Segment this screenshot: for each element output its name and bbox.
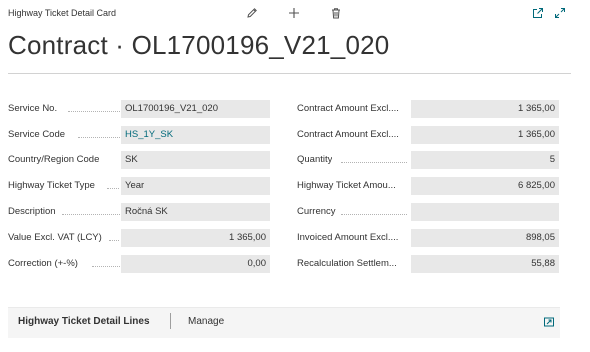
- field-label: Currency: [297, 206, 336, 217]
- title-divider: [8, 73, 571, 74]
- field-currency: Currency: [297, 203, 559, 221]
- field-value-excl-vat: Value Excl. VAT (LCY) 1 365,00: [8, 229, 270, 247]
- highway-ticket-type-value[interactable]: Year: [121, 177, 270, 195]
- recalculation-settlement-value[interactable]: 55,88: [411, 255, 559, 273]
- open-new-window-icon[interactable]: [531, 6, 545, 20]
- field-label: Contract Amount Excl....: [297, 129, 399, 140]
- highway-ticket-amount-value[interactable]: 6 825,00: [411, 177, 559, 195]
- lines-section-title[interactable]: Highway Ticket Detail Lines: [18, 316, 150, 327]
- contract-amount-excl-2-value[interactable]: 1 365,00: [411, 126, 559, 144]
- field-label: Highway Ticket Amou...: [297, 180, 396, 191]
- value-excl-vat-value[interactable]: 1 365,00: [121, 229, 270, 247]
- lines-divider: [170, 313, 171, 329]
- correction-value[interactable]: 0,00: [121, 255, 270, 273]
- field-label: Recalculation Settlem...: [297, 258, 397, 269]
- field-highway-ticket-type: Highway Ticket Type Year: [8, 177, 270, 195]
- contract-amount-excl-1-value[interactable]: 1 365,00: [411, 100, 559, 118]
- field-service-code: Service Code HS_1Y_SK: [8, 126, 270, 144]
- manage-menu-button[interactable]: Manage: [188, 316, 224, 327]
- add-icon[interactable]: [287, 6, 301, 20]
- field-label: Invoiced Amount Excl....: [297, 232, 399, 243]
- field-quantity: Quantity 5: [297, 151, 559, 169]
- field-label: Value Excl. VAT (LCY): [8, 232, 102, 243]
- field-country-region-code: Country/Region Code SK: [8, 151, 270, 169]
- field-contract-amount-excl-1: Contract Amount Excl.... 1 365,00: [297, 100, 559, 118]
- delete-icon[interactable]: [329, 6, 343, 20]
- edit-icon[interactable]: [245, 6, 259, 20]
- service-code-link[interactable]: HS_1Y_SK: [121, 126, 270, 144]
- field-description: Description Ročná SK: [8, 203, 270, 221]
- field-label: Contract Amount Excl....: [297, 103, 399, 114]
- field-correction: Correction (+-%) 0,00: [8, 255, 270, 273]
- quantity-value[interactable]: 5: [411, 151, 559, 169]
- invoiced-amount-excl-value[interactable]: 898,05: [411, 229, 559, 247]
- service-no-value[interactable]: OL1700196_V21_020: [121, 100, 270, 118]
- field-label: Correction (+-%): [8, 258, 78, 269]
- field-label: Country/Region Code: [8, 154, 100, 165]
- field-label: Description: [8, 206, 56, 217]
- field-highway-ticket-amount: Highway Ticket Amou... 6 825,00: [297, 177, 559, 195]
- field-contract-amount-excl-2: Contract Amount Excl.... 1 365,00: [297, 126, 559, 144]
- field-label: Highway Ticket Type: [8, 180, 95, 191]
- lines-open-icon[interactable]: [542, 315, 556, 329]
- field-label: Service No.: [8, 103, 58, 114]
- field-label: Service Code: [8, 129, 66, 140]
- field-recalculation-settlement: Recalculation Settlem... 55,88: [297, 255, 559, 273]
- currency-value[interactable]: [411, 203, 559, 221]
- page-title: Contract · OL1700196_V21_020: [8, 30, 390, 60]
- field-invoiced-amount-excl: Invoiced Amount Excl.... 898,05: [297, 229, 559, 247]
- field-label: Quantity: [297, 154, 333, 165]
- expand-icon[interactable]: [553, 6, 567, 20]
- country-region-code-value[interactable]: SK: [121, 151, 270, 169]
- description-value[interactable]: Ročná SK: [121, 203, 270, 221]
- field-service-no: Service No. OL1700196_V21_020: [8, 100, 270, 118]
- card-caption: Highway Ticket Detail Card: [8, 8, 117, 18]
